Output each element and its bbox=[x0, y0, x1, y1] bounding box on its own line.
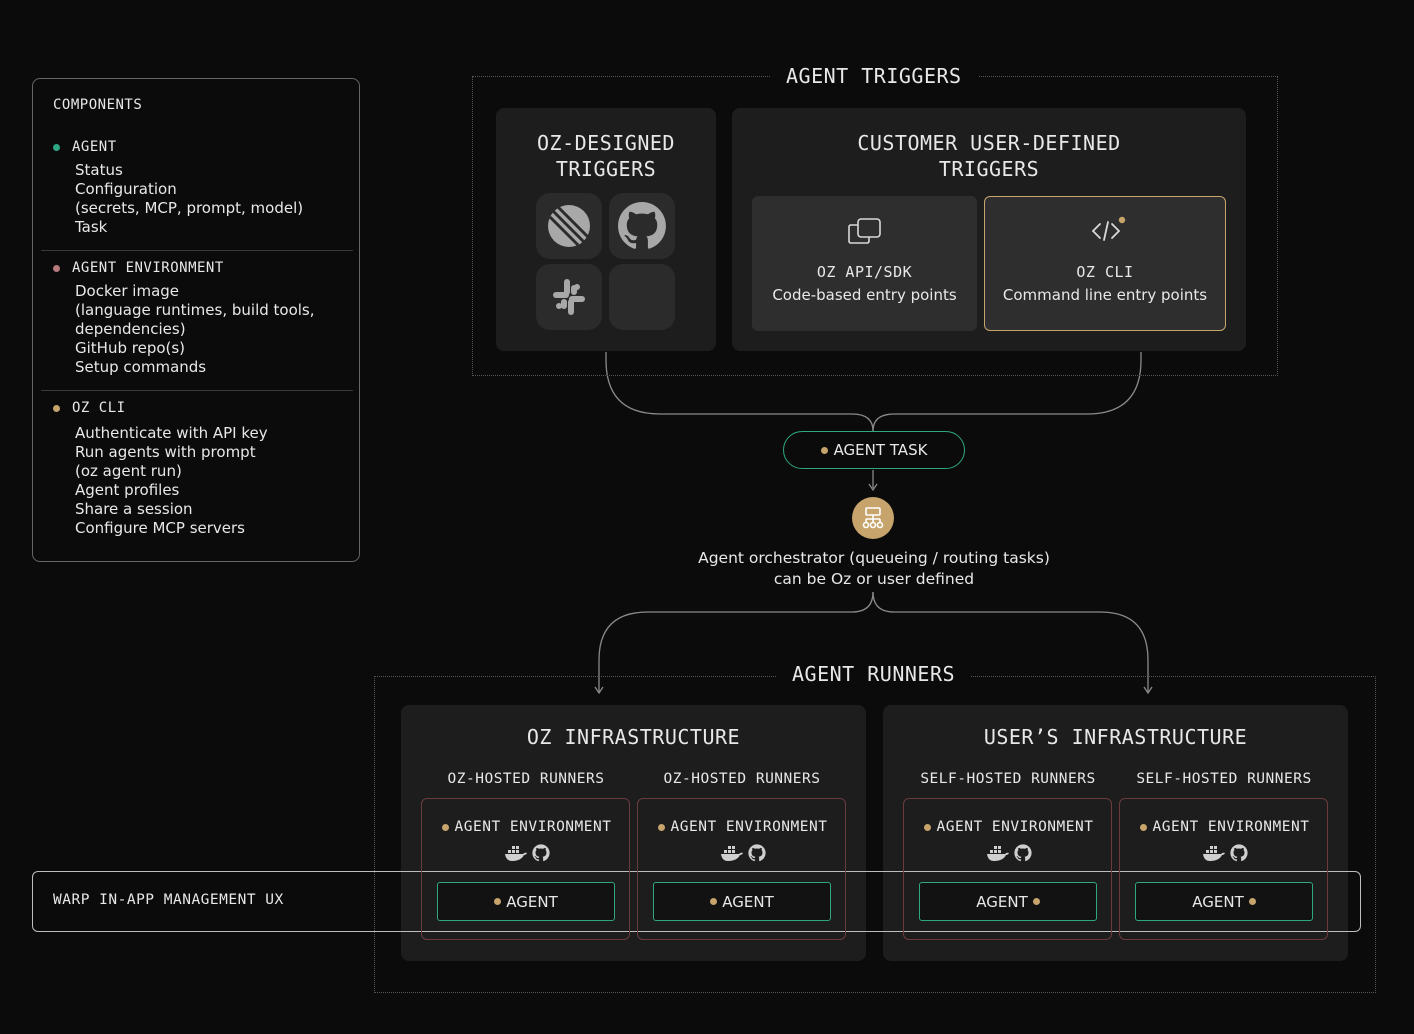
env-dot bbox=[923, 824, 931, 831]
component-cli-item: Authenticate with API key bbox=[75, 424, 268, 442]
env-title: AGENT ENVIRONMENT bbox=[936, 819, 1094, 835]
environment-dot bbox=[53, 264, 60, 272]
linear-icon[interactable] bbox=[536, 193, 602, 259]
agent-runners-title: AGENT RUNNERS bbox=[776, 662, 972, 686]
component-environment-item: Docker image bbox=[75, 282, 180, 300]
component-cli-item: Share a session bbox=[75, 500, 193, 518]
docker-icon bbox=[1202, 846, 1225, 861]
docker-icon bbox=[720, 846, 743, 861]
component-environment-item: dependencies) bbox=[75, 320, 186, 338]
orchestrator-line2: can be Oz or user defined bbox=[773, 570, 975, 588]
agent-button[interactable]: AGENT bbox=[437, 882, 615, 921]
component-environment-item: GitHub repo(s) bbox=[75, 339, 186, 357]
component-cli: OZ CLI Authenticate with API key Run age… bbox=[53, 400, 343, 538]
component-environment-item: Setup commands bbox=[75, 358, 207, 376]
component-agent-item: Configuration bbox=[75, 180, 177, 198]
cli-dot bbox=[53, 404, 60, 412]
blank-tile bbox=[609, 264, 675, 330]
github-icon bbox=[747, 844, 766, 862]
agent-dot bbox=[494, 898, 502, 905]
orchestrator-text: Agent orchestrator (queueing / routing t… bbox=[600, 548, 1148, 590]
agent-environment-box: AGENT ENVIRONMENT AGENT bbox=[637, 798, 846, 940]
agent-button[interactable]: AGENT bbox=[1135, 882, 1313, 921]
agent-label: AGENT bbox=[722, 892, 774, 911]
agent-dot bbox=[710, 898, 718, 905]
env-title: AGENT ENVIRONMENT bbox=[670, 819, 828, 835]
component-cli-title: OZ CLI bbox=[72, 400, 126, 416]
runner-label: OZ-HOSTED RUNNERS bbox=[663, 771, 821, 787]
warp-management-label: WARP IN-APP MANAGEMENT UX bbox=[53, 892, 284, 908]
component-agent-item: Status bbox=[75, 161, 123, 179]
component-agent-title: AGENT bbox=[72, 139, 117, 155]
component-environment-title: AGENT ENVIRONMENT bbox=[72, 260, 224, 276]
env-dot bbox=[441, 824, 449, 831]
github-icon bbox=[1229, 844, 1248, 862]
component-environment-item: (language runtimes, build tools, bbox=[75, 301, 315, 319]
customer-title-line1: CUSTOMER USER-DEFINED bbox=[857, 131, 1121, 155]
runner-label: SELF-HOSTED RUNNERS bbox=[920, 771, 1096, 787]
component-cli-item: Configure MCP servers bbox=[75, 519, 245, 537]
component-agent-item: (secrets, MCP, prompt, model) bbox=[75, 199, 304, 217]
oz-cli-card[interactable]: OZ CLI Command line entry points bbox=[984, 196, 1226, 331]
docker-icon bbox=[504, 846, 527, 861]
oz-designed-title-line2: TRIGGERS bbox=[555, 157, 657, 181]
oz-cli-subtitle: Command line entry points bbox=[1002, 286, 1208, 304]
components-title: COMPONENTS bbox=[53, 97, 143, 113]
oz-designed-title-line1: OZ-DESIGNED bbox=[537, 131, 675, 155]
github-icon bbox=[1013, 844, 1032, 862]
user-infrastructure-title: USER’S INFRASTRUCTURE bbox=[983, 725, 1248, 749]
agent-dot bbox=[1248, 898, 1256, 905]
agent-button[interactable]: AGENT bbox=[919, 882, 1097, 921]
agent-triggers-title: AGENT TRIGGERS bbox=[770, 64, 978, 88]
component-cli-item: (oz agent run) bbox=[75, 462, 182, 480]
oz-api-subtitle: Code-based entry points bbox=[772, 286, 957, 304]
agent-task-label: AGENT TASK bbox=[833, 441, 928, 459]
customer-triggers-card: CUSTOMER USER-DEFINED TRIGGERS OZ API/SD… bbox=[732, 108, 1246, 351]
slack-icon[interactable] bbox=[536, 264, 602, 330]
component-cli-item: Agent profiles bbox=[75, 481, 180, 499]
env-dot bbox=[1139, 824, 1147, 831]
agent-environment-box: AGENT ENVIRONMENT AGENT bbox=[1119, 798, 1328, 940]
agent-button[interactable]: AGENT bbox=[653, 882, 831, 921]
agent-label: AGENT bbox=[976, 892, 1028, 911]
env-dot bbox=[657, 824, 665, 831]
api-windows-icon bbox=[848, 218, 881, 244]
component-environment: AGENT ENVIRONMENT Docker image (language… bbox=[53, 260, 343, 377]
code-icon bbox=[1091, 216, 1126, 241]
oz-infrastructure-title: OZ INFRASTRUCTURE bbox=[526, 725, 741, 749]
env-title: AGENT ENVIRONMENT bbox=[1152, 819, 1310, 835]
github-icon[interactable] bbox=[609, 193, 675, 259]
customer-title-line2: TRIGGERS bbox=[938, 157, 1040, 181]
component-agent-item: Task bbox=[75, 218, 108, 236]
task-dot bbox=[820, 446, 828, 454]
components-panel: COMPONENTS AGENT Status Configuration (s… bbox=[32, 78, 360, 562]
divider bbox=[41, 390, 353, 391]
agent-environment-box: AGENT ENVIRONMENT AGENT bbox=[903, 798, 1112, 940]
docker-icon bbox=[986, 846, 1009, 861]
runner-label: OZ-HOSTED RUNNERS bbox=[447, 771, 605, 787]
component-agent: AGENT Status Configuration (secrets, MCP… bbox=[53, 139, 343, 237]
orchestrator-line1: Agent orchestrator (queueing / routing t… bbox=[698, 549, 1050, 567]
divider bbox=[41, 250, 353, 251]
agent-label: AGENT bbox=[506, 892, 558, 911]
github-icon bbox=[531, 844, 550, 862]
component-cli-item: Run agents with prompt bbox=[75, 443, 256, 461]
oz-api-sdk-card[interactable]: OZ API/SDK Code-based entry points bbox=[752, 196, 977, 331]
env-title: AGENT ENVIRONMENT bbox=[454, 819, 612, 835]
agent-task-pill: AGENT TASK bbox=[783, 431, 965, 469]
agent-environment-box: AGENT ENVIRONMENT AGENT bbox=[421, 798, 630, 940]
agent-label: AGENT bbox=[1192, 892, 1244, 911]
agent-dot bbox=[53, 143, 60, 151]
runner-label: SELF-HOSTED RUNNERS bbox=[1136, 771, 1312, 787]
oz-api-title: OZ API/SDK bbox=[816, 263, 913, 281]
orchestrator-icon bbox=[852, 497, 894, 539]
oz-designed-triggers-card: OZ-DESIGNED TRIGGERS bbox=[496, 108, 716, 351]
agent-dot bbox=[1032, 898, 1040, 905]
oz-cli-title: OZ CLI bbox=[1076, 263, 1134, 281]
